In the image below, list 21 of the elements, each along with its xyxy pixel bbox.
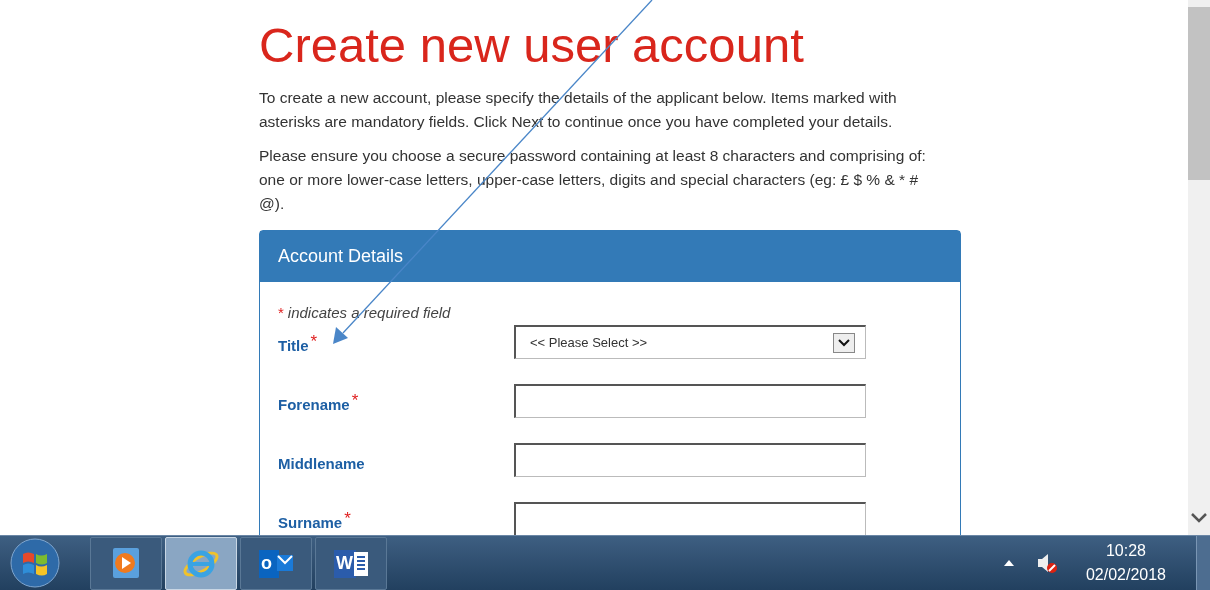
taskbar-app-button[interactable]: o xyxy=(240,536,312,590)
text-input-field[interactable] xyxy=(514,384,866,418)
taskbar-app-button[interactable] xyxy=(90,536,162,590)
title-dropdown[interactable]: << Please Select >> xyxy=(514,325,866,359)
clock-time[interactable]: 10:28 xyxy=(1105,539,1146,563)
show-hidden-icons-icon[interactable] xyxy=(1003,560,1014,566)
scrollbar-thumb[interactable] xyxy=(1188,7,1210,180)
required-note: * indicates a required field xyxy=(278,303,451,323)
taskbar-app-button[interactable]: W xyxy=(315,536,387,590)
scrollbar[interactable] xyxy=(1188,0,1210,535)
scroll-down-icon[interactable] xyxy=(1191,513,1207,523)
text-input-field[interactable] xyxy=(514,443,866,477)
windows-logo-icon xyxy=(10,538,60,588)
app-logo-letter: o xyxy=(261,551,272,574)
field-label: Middlename xyxy=(278,453,365,474)
clock-date[interactable]: 02/02/2018 xyxy=(1085,563,1166,587)
panel-title: Account Details xyxy=(278,245,404,268)
app-logo-letter: W xyxy=(336,551,353,574)
dropdown-caret-icon[interactable] xyxy=(833,332,855,353)
text-input-field[interactable] xyxy=(514,502,866,535)
muted-speaker-icon[interactable] xyxy=(1035,552,1058,574)
